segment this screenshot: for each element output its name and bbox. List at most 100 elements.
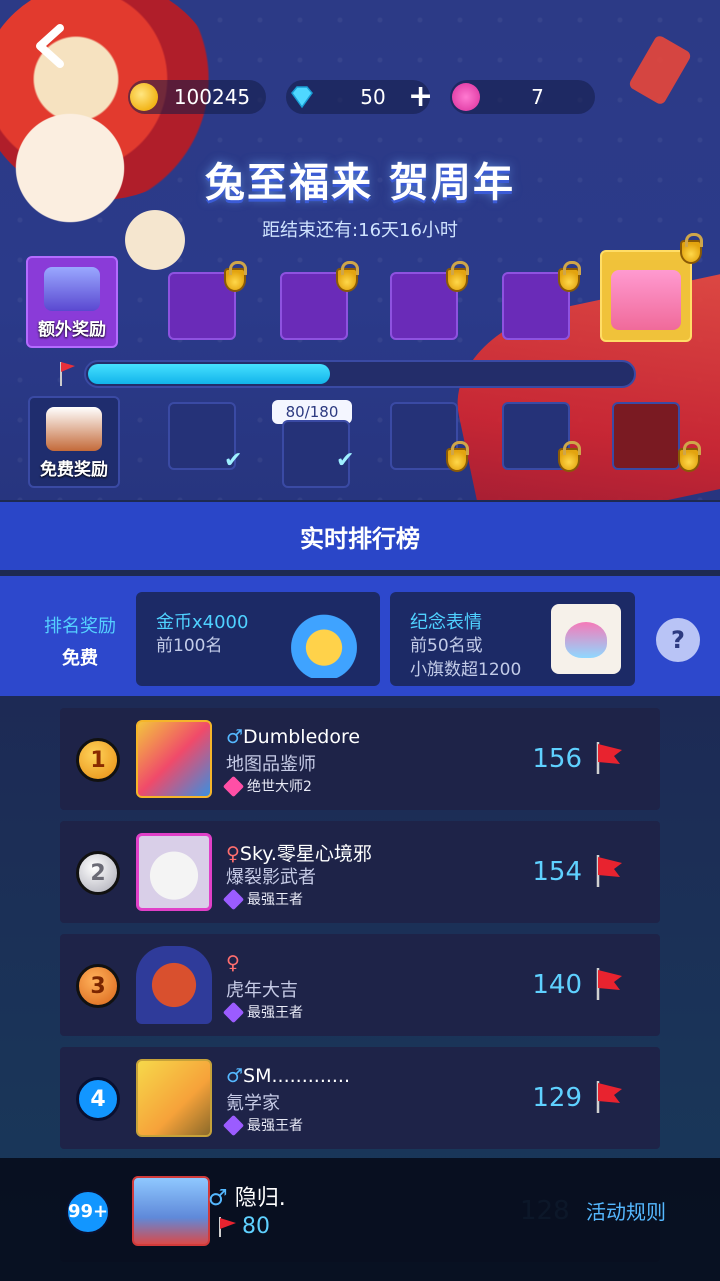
gold-amount: 100245	[173, 85, 251, 109]
flag-icon	[219, 1216, 236, 1237]
extra-reward-label: 额外奖励	[38, 320, 106, 340]
my-flag-count: 80	[216, 1214, 270, 1239]
reward-card-coins[interactable]: 金币x4000 前100名	[136, 592, 380, 686]
free-reward-item[interactable]	[612, 402, 680, 470]
player-name: ♂Dumbledore	[226, 726, 360, 748]
my-avatar[interactable]	[132, 1176, 210, 1246]
reward-card-title: 金币x4000	[156, 612, 249, 633]
progress-bar	[84, 360, 636, 388]
lock-icon	[558, 261, 581, 292]
lock-icon	[336, 261, 359, 292]
leaderboard-row[interactable]: 1 ♂Dumbledore 地图品鉴师 绝世大师2 156	[60, 708, 660, 810]
help-button[interactable]: ?	[656, 618, 700, 662]
male-icon: ♂	[208, 1186, 228, 1211]
extra-reward-chest[interactable]: 额外奖励	[26, 256, 118, 348]
reward-card-sub: 前50名或 小旗数超1200	[410, 636, 522, 680]
rank-badge: 2	[76, 851, 120, 895]
avatar	[136, 946, 212, 1024]
player-title: 虎年大吉	[226, 980, 298, 1001]
check-icon: ✔	[224, 448, 243, 473]
progress-fill	[88, 364, 330, 384]
gold-coin-icon	[130, 83, 158, 111]
leaderboard-title: 实时排行榜	[0, 502, 720, 570]
chest-icon	[44, 267, 100, 311]
player-name-text: Sky.零星心境邪	[239, 843, 372, 865]
flag-icon	[596, 968, 622, 1000]
my-name: ♂ 隐归.	[208, 1180, 286, 1212]
player-name: ♀Sky.零星心境邪	[226, 839, 372, 866]
lotus-amount: 7	[531, 85, 544, 109]
tier-label: 最强王者	[247, 892, 303, 908]
extra-reward-grand[interactable]	[600, 250, 692, 342]
rank-reward-info: 排名奖励 免费	[28, 612, 132, 670]
lock-icon	[446, 261, 469, 292]
lock-icon	[680, 233, 703, 264]
tier-gem-icon	[222, 1114, 245, 1136]
my-rank-badge: 99+	[66, 1190, 110, 1234]
mascot-icon	[611, 270, 681, 330]
flag-icon	[60, 362, 75, 386]
player-name: ♀	[226, 952, 240, 974]
event-rules-link[interactable]: 活动规则	[586, 1196, 666, 1225]
event-countdown: 距结束还有:16天16小时	[262, 220, 458, 241]
leaderboard-row[interactable]: 2 ♀Sky.零星心境邪 爆裂影武者 最强王者 154	[60, 821, 660, 923]
tier-gem-icon	[222, 888, 245, 910]
player-name: ♂SM.............	[226, 1065, 350, 1087]
player-score: 129	[532, 1083, 582, 1113]
lotus-icon	[452, 83, 480, 111]
player-score: 154	[532, 857, 582, 887]
chest-icon	[46, 407, 102, 451]
lock-icon	[558, 441, 581, 472]
player-tier: 绝世大师2	[222, 775, 312, 797]
my-flag-value: 80	[242, 1214, 270, 1239]
player-tier: 最强王者	[222, 888, 303, 910]
player-title: 爆裂影武者	[226, 867, 316, 888]
male-icon: ♂	[226, 1065, 244, 1087]
leaderboard-row[interactable]: 4 ♂SM............. 氪学家 最强王者 129	[60, 1047, 660, 1149]
male-icon: ♂	[226, 726, 244, 748]
lock-icon	[678, 441, 701, 472]
avatar	[136, 833, 212, 911]
flag-icon	[596, 855, 622, 887]
diamond-icon	[288, 83, 316, 111]
leaderboard-row[interactable]: 3 ♀ 虎年大吉 最强王者 140	[60, 934, 660, 1036]
my-name-text: 隐归.	[234, 1186, 286, 1211]
avatar	[136, 720, 212, 798]
flag-icon	[596, 742, 622, 774]
check-icon: ✔	[336, 448, 355, 473]
red-confetti-decoration	[627, 34, 693, 106]
rank-badge: 1	[76, 738, 120, 782]
female-icon: ♀	[226, 843, 240, 865]
back-arrow-icon	[36, 24, 64, 68]
reward-card-title: 纪念表情	[410, 612, 482, 633]
player-score: 156	[532, 744, 582, 774]
player-score: 140	[532, 970, 582, 1000]
back-button[interactable]	[24, 20, 76, 72]
tier-gem-icon	[222, 775, 245, 797]
reward-card-emote[interactable]: 纪念表情 前50名或 小旗数超1200	[390, 592, 635, 686]
tier-gem-icon	[222, 1001, 245, 1023]
player-tier: 最强王者	[222, 1114, 303, 1136]
tier-label: 最强王者	[247, 1118, 303, 1134]
lock-icon	[224, 261, 247, 292]
tier-label: 绝世大师2	[247, 779, 312, 795]
flag-icon	[596, 1081, 622, 1113]
female-icon: ♀	[226, 952, 240, 974]
free-reward-label: 免费奖励	[40, 460, 108, 480]
event-title: 兔至福来 贺周年	[205, 160, 515, 206]
add-diamond-button[interactable]: +	[408, 80, 433, 114]
gold-currency: 100245	[128, 80, 266, 114]
tier-label: 最强王者	[247, 1005, 303, 1021]
free-reward-chest[interactable]: 免费奖励	[28, 396, 120, 488]
avatar	[136, 1059, 212, 1137]
reward-card-sub: 前100名	[156, 636, 223, 656]
rank-reward-price: 免费	[62, 648, 98, 669]
player-name-text: Dumbledore	[243, 726, 361, 748]
rank-badge: 4	[76, 1077, 120, 1121]
treasure-chest-icon	[286, 602, 362, 678]
player-title: 氪学家	[226, 1093, 280, 1114]
rank-reward-label: 排名奖励	[44, 616, 116, 637]
emote-icon	[551, 604, 621, 674]
lotus-currency: 7	[450, 80, 595, 114]
rank-badge: 3	[76, 964, 120, 1008]
